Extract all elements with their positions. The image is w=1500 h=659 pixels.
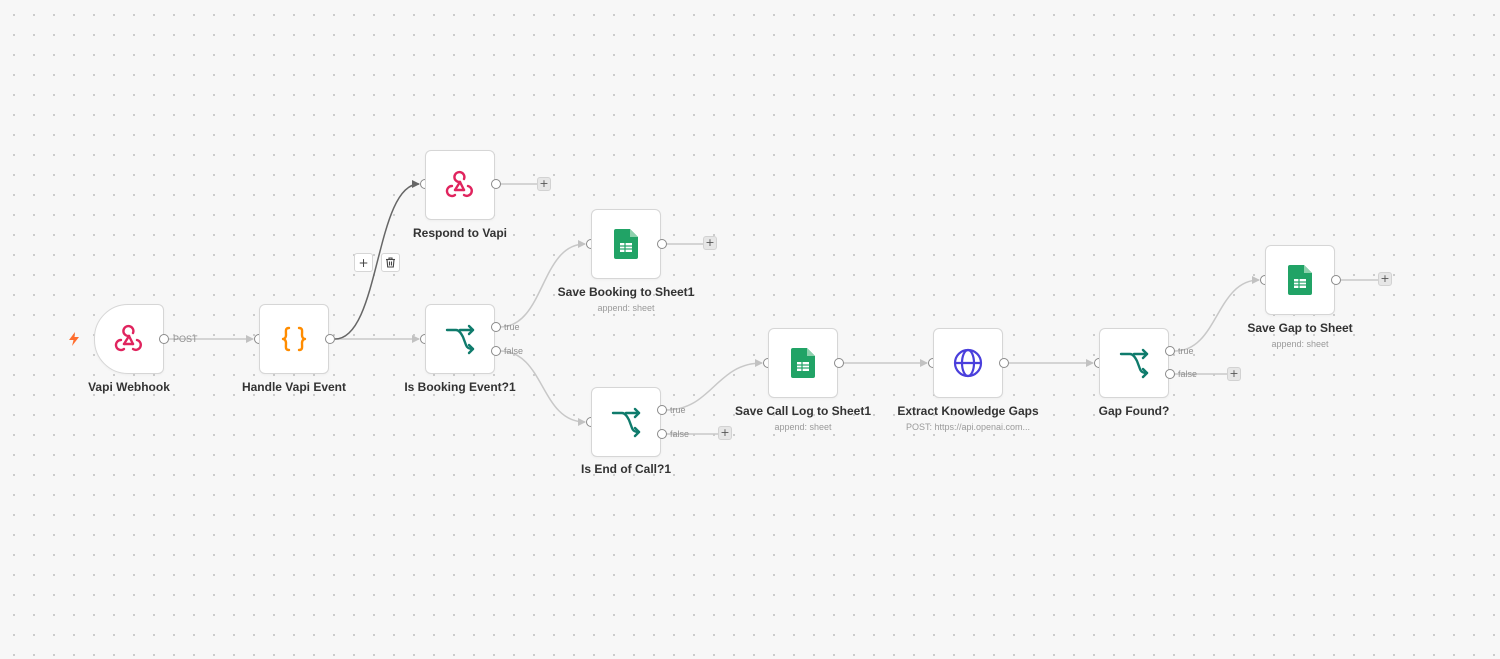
node-label: Is End of Call?1: [580, 462, 671, 476]
webhook-icon: [445, 170, 473, 198]
add-node-button[interactable]: +: [537, 177, 551, 191]
output-handle-true[interactable]: [491, 322, 501, 332]
node-vapi-webhook[interactable]: [94, 304, 164, 374]
google-sheets-icon: [1288, 265, 1312, 295]
trigger-bolt-icon: [69, 332, 79, 346]
workflow-canvas[interactable]: Vapi Webhook POST Handle Vapi Event + Re…: [0, 0, 1500, 659]
trash-icon: [386, 257, 395, 268]
node-label: Handle Vapi Event: [241, 380, 347, 394]
node-is-end-of-call[interactable]: [591, 387, 661, 457]
node-save-gap-to-sheet[interactable]: [1265, 245, 1335, 315]
node-label: Save Gap to Sheet: [1247, 321, 1353, 335]
output-handle[interactable]: [491, 179, 501, 189]
connection-isend-true-to-savecalllog: [665, 359, 763, 411]
node-gap-found[interactable]: [1099, 328, 1169, 398]
node-is-booking-event[interactable]: [425, 304, 495, 374]
port-label-true: true: [504, 322, 520, 332]
node-label: Save Call Log to Sheet1: [734, 404, 872, 418]
google-sheets-icon: [791, 348, 815, 378]
node-subtitle: append: sheet: [1271, 339, 1329, 349]
output-handle[interactable]: [325, 334, 335, 344]
port-label-false: false: [1178, 369, 1198, 379]
if-branch-icon: [1119, 348, 1149, 379]
node-subtitle: append: sheet: [597, 303, 655, 313]
port-label-true: true: [1178, 346, 1194, 356]
edge-add-button[interactable]: +: [354, 253, 373, 272]
output-handle-false[interactable]: [491, 346, 501, 356]
port-label-false: false: [670, 429, 690, 439]
webhook-icon: [114, 324, 142, 352]
output-handle-true[interactable]: [1165, 346, 1175, 356]
node-handle-vapi-event[interactable]: [259, 304, 329, 374]
node-label: Gap Found?: [1098, 404, 1170, 418]
node-respond-to-vapi[interactable]: [425, 150, 495, 220]
node-label: Respond to Vapi: [412, 226, 507, 240]
node-label: Vapi Webhook: [88, 380, 170, 394]
output-handle[interactable]: [657, 239, 667, 249]
port-label-post: POST: [173, 334, 198, 344]
output-handle-false[interactable]: [1165, 369, 1175, 379]
output-handle[interactable]: [999, 358, 1009, 368]
node-extract-knowledge-gaps[interactable]: [933, 328, 1003, 398]
globe-icon: [953, 348, 983, 378]
if-branch-icon: [611, 407, 641, 438]
node-label: Is Booking Event?1: [404, 380, 516, 394]
output-handle[interactable]: [1331, 275, 1341, 285]
code-braces-icon: [281, 326, 307, 352]
node-label: Extract Knowledge Gaps: [897, 404, 1039, 418]
node-save-call-log-to-sheet[interactable]: [768, 328, 838, 398]
output-handle-true[interactable]: [657, 405, 667, 415]
port-label-true: true: [670, 405, 686, 415]
add-node-button[interactable]: +: [1378, 272, 1392, 286]
output-handle-false[interactable]: [657, 429, 667, 439]
node-label: Save Booking to Sheet1: [557, 285, 695, 299]
node-subtitle: POST: https://api.openai.com...: [905, 422, 1031, 432]
edge-delete-button[interactable]: [381, 253, 400, 272]
google-sheets-icon: [614, 229, 638, 259]
node-subtitle: append: sheet: [774, 422, 832, 432]
output-handle[interactable]: [834, 358, 844, 368]
node-save-booking-to-sheet[interactable]: [591, 209, 661, 279]
port-label-false: false: [504, 346, 524, 356]
add-node-button[interactable]: +: [703, 236, 717, 250]
add-node-button[interactable]: +: [1227, 367, 1241, 381]
connection-handle-to-respond-hovered: [334, 180, 420, 340]
output-handle[interactable]: [159, 334, 169, 344]
if-branch-icon: [445, 324, 475, 355]
